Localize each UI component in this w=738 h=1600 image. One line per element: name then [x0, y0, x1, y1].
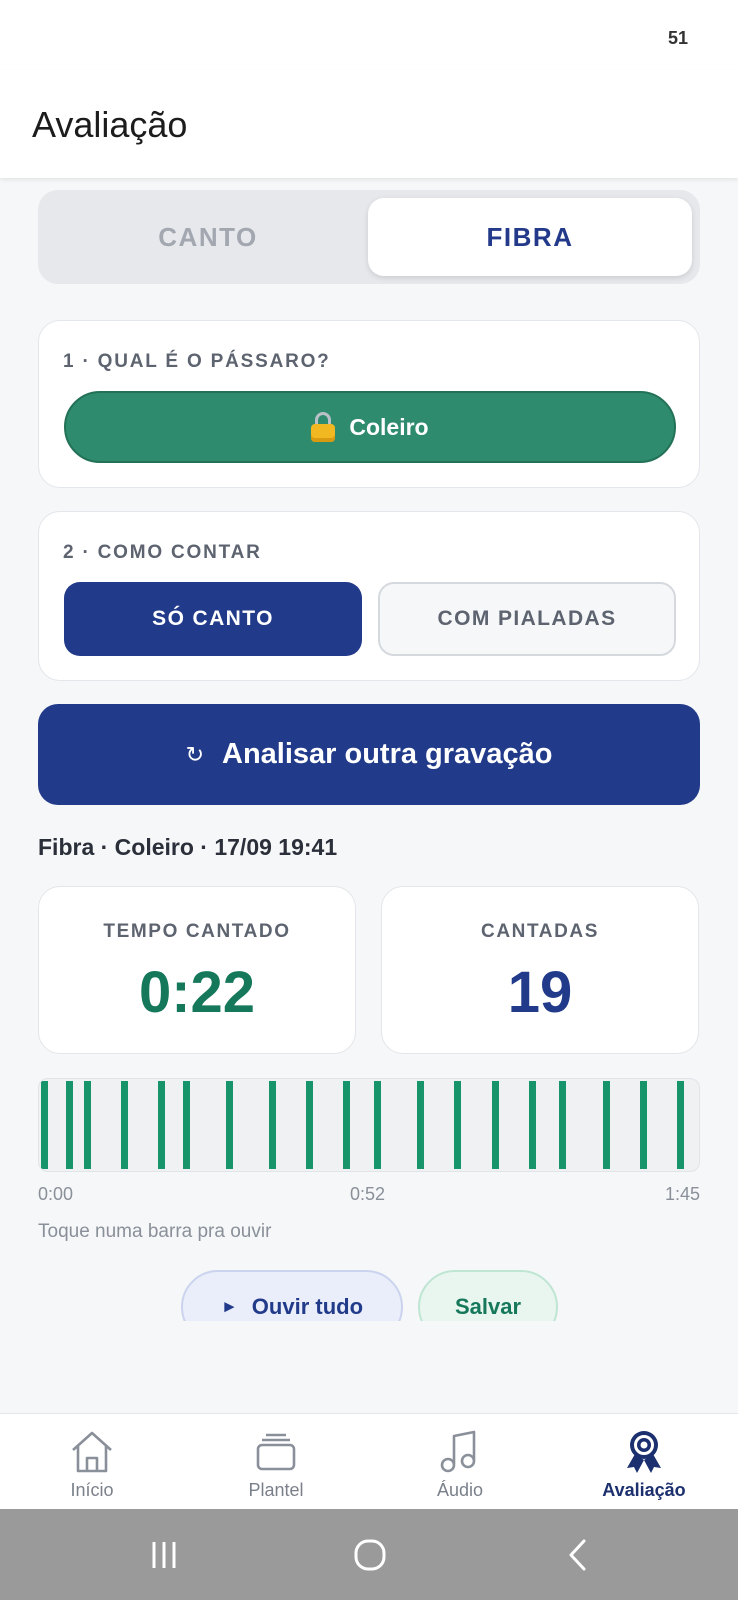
recent-apps-icon	[152, 1541, 176, 1568]
nav-audio[interactable]: Áudio	[368, 1414, 552, 1510]
step1-label: 1 · QUAL É O PÁSSARO?	[63, 351, 331, 372]
bird-select-button[interactable]: Coleiro	[64, 391, 676, 463]
time-sung-value: 0:22	[138, 960, 256, 1025]
listen-all-button[interactable]: ► Ouvir tudo	[181, 1270, 403, 1321]
timeline-middle: 0:52	[350, 1184, 386, 1204]
song-count-label: CANTADAS	[481, 921, 599, 942]
timeline-bar[interactable]	[65, 1081, 73, 1169]
action-row: ► Ouvir tudo Salvar	[0, 1260, 738, 1321]
timeline-bar[interactable]	[269, 1081, 277, 1169]
nav-plantel[interactable]: Plantel	[184, 1414, 368, 1510]
timeline-bar[interactable]	[121, 1081, 129, 1169]
timeline-bar[interactable]	[559, 1081, 567, 1169]
save-button[interactable]: Salvar	[418, 1270, 558, 1321]
analyze-another-button[interactable]: ↻ Analisar outra gravação	[38, 704, 700, 805]
count-mode-card: 2 · COMO CONTAR SÓ CANTO COM PIALADAS	[38, 511, 700, 681]
timeline-bar[interactable]	[158, 1081, 166, 1169]
home-button[interactable]	[330, 1509, 410, 1600]
analyze-label: Analisar outra gravação	[222, 738, 553, 770]
com-pialadas-button[interactable]: COM PIALADAS	[378, 582, 676, 656]
recent-apps-button[interactable]	[124, 1509, 204, 1600]
bird-name: Coleiro	[349, 413, 429, 440]
timeline-bar[interactable]	[417, 1081, 425, 1169]
timeline-bar[interactable]	[343, 1081, 351, 1169]
timeline-bar[interactable]	[639, 1081, 647, 1169]
home-circle-icon	[354, 1539, 386, 1570]
timeline-bar[interactable]	[528, 1081, 536, 1169]
timeline-bar[interactable]	[676, 1081, 684, 1169]
timeline-end: 1:45	[664, 1184, 700, 1204]
tab-canto[interactable]: CANTO	[46, 198, 370, 276]
bird-select-card: 1 · QUAL É O PÁSSARO? Coleiro	[38, 320, 700, 488]
award-icon	[627, 1431, 661, 1473]
listen-all-label: Ouvir tudo	[251, 1294, 364, 1319]
status-indicator: 51	[667, 28, 688, 48]
timeline-bar[interactable]	[84, 1081, 92, 1169]
cards-icon	[256, 1433, 296, 1471]
tab-fibra[interactable]: FIBRA	[368, 198, 692, 276]
back-icon	[569, 1539, 586, 1570]
nav-avaliacao[interactable]: Avaliação	[552, 1414, 736, 1510]
timeline-bar[interactable]	[41, 1081, 48, 1169]
timeline-start: 0:00	[38, 1184, 74, 1204]
app-header: Avaliação	[0, 70, 738, 178]
status-bar: 51	[0, 0, 738, 70]
back-button[interactable]	[538, 1509, 618, 1600]
so-canto-button[interactable]: SÓ CANTO	[64, 582, 362, 656]
nav-plantel-label: Plantel	[248, 1480, 304, 1500]
timeline-bar[interactable]	[491, 1081, 499, 1169]
timeline-bar[interactable]	[226, 1081, 234, 1169]
timeline-bar[interactable]	[182, 1081, 190, 1169]
song-timeline	[38, 1078, 700, 1172]
timeline-bar[interactable]	[602, 1081, 610, 1169]
nav-audio-label: Áudio	[436, 1480, 484, 1500]
music-icon	[440, 1430, 476, 1473]
nav-inicio[interactable]: Início	[0, 1414, 184, 1510]
nav-inicio-label: Início	[70, 1480, 114, 1500]
mode-segmented-control: CANTO FIBRA	[38, 190, 700, 284]
song-count-value: 19	[507, 960, 573, 1025]
timeline-bar[interactable]	[454, 1081, 462, 1169]
time-sung-label: TEMPO CANTADO	[103, 921, 291, 942]
lock-icon	[311, 412, 336, 442]
home-icon	[72, 1431, 112, 1473]
system-navigation-bar	[0, 1509, 738, 1600]
result-title: Fibra · Coleiro · 17/09 19:41	[38, 834, 338, 860]
bottom-nav: Início Plantel Áudio Avaliação	[0, 1413, 738, 1509]
time-sung-card: TEMPO CANTADO 0:22	[38, 886, 356, 1054]
step2-label: 2 · COMO CONTAR	[63, 542, 262, 563]
timeline-hint: Toque numa barra pra ouvir	[38, 1221, 272, 1242]
play-icon: ►	[220, 1297, 238, 1316]
timeline-bar[interactable]	[306, 1081, 314, 1169]
song-count-card: CANTADAS 19	[381, 886, 699, 1054]
page-title: Avaliação	[32, 104, 188, 145]
nav-avaliacao-label: Avaliação	[602, 1480, 686, 1500]
timeline-bar[interactable]	[374, 1081, 382, 1169]
refresh-icon: ↻	[185, 741, 204, 767]
